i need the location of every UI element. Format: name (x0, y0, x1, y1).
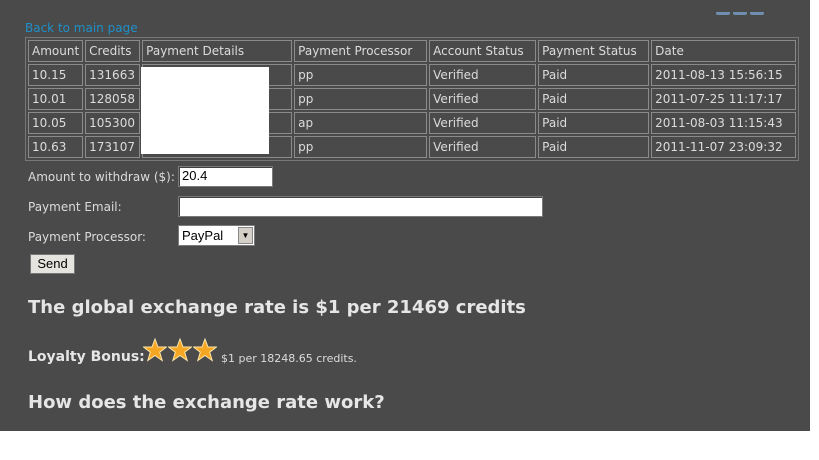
send-button[interactable]: Send (30, 254, 75, 274)
cell-payment-status: Paid (538, 64, 650, 86)
cell-processor: ap (294, 112, 428, 134)
column-header-credits: Credits (85, 40, 141, 62)
share-icon[interactable] (750, 12, 764, 15)
table-header-row: Amount Credits Payment Details Payment P… (28, 40, 797, 62)
redacted-payment-details (141, 67, 269, 154)
main-panel: Back to main page Amount Credits Payment… (0, 0, 810, 431)
cell-account-status: Verified (429, 64, 537, 86)
star-icon (168, 338, 192, 362)
processor-label: Payment Processor: (28, 230, 146, 244)
cell-processor: pp (294, 136, 428, 158)
cell-amount: 10.01 (28, 88, 84, 110)
cell-date: 2011-08-03 11:15:43 (651, 112, 797, 134)
how-rate-works-heading[interactable]: How does the exchange rate work? (28, 392, 385, 413)
cell-credits: 105300 (85, 112, 141, 134)
share-icon[interactable] (716, 12, 730, 15)
cell-payment-status: Paid (538, 88, 650, 110)
star-icon (143, 338, 167, 362)
column-header-account-status: Account Status (429, 40, 537, 62)
amount-label: Amount to withdraw ($): (28, 170, 175, 184)
cell-credits: 128058 (85, 88, 141, 110)
cell-processor: pp (294, 88, 428, 110)
cell-amount: 10.05 (28, 112, 84, 134)
top-share-icons (716, 0, 796, 15)
processor-select[interactable]: PayPal ▼ (178, 225, 255, 246)
cell-account-status: Verified (429, 136, 537, 158)
column-header-payment-status: Payment Status (538, 40, 650, 62)
cell-date: 2011-07-25 11:17:17 (651, 88, 797, 110)
cell-amount: 10.63 (28, 136, 84, 158)
loyalty-bonus-text: $1 per 18248.65 credits. (221, 352, 357, 365)
exchange-rate-heading: The global exchange rate is $1 per 21469… (28, 297, 526, 318)
cell-payment-status: Paid (538, 112, 650, 134)
back-to-main-link[interactable]: Back to main page (25, 21, 138, 35)
email-input[interactable] (178, 196, 543, 217)
cell-credits: 173107 (85, 136, 141, 158)
cell-date: 2011-08-13 15:56:15 (651, 64, 797, 86)
column-header-date: Date (651, 40, 797, 62)
loyalty-star-rating (143, 338, 218, 366)
cell-payment-status: Paid (538, 136, 650, 158)
column-header-payment-processor: Payment Processor (294, 40, 428, 62)
share-icon[interactable] (733, 12, 747, 15)
dropdown-arrow-icon[interactable]: ▼ (238, 227, 253, 244)
column-header-amount: Amount (28, 40, 84, 62)
cell-account-status: Verified (429, 112, 537, 134)
cell-credits: 131663 (85, 64, 141, 86)
loyalty-bonus-label: Loyalty Bonus: (28, 349, 145, 365)
cell-date: 2011-11-07 23:09:32 (651, 136, 797, 158)
email-label: Payment Email: (28, 200, 122, 214)
cell-amount: 10.15 (28, 64, 84, 86)
amount-input[interactable]: 20.4 (178, 166, 273, 187)
processor-selected-value: PayPal (182, 228, 224, 243)
cell-account-status: Verified (429, 88, 537, 110)
column-header-payment-details: Payment Details (142, 40, 293, 62)
star-icon (193, 338, 217, 362)
cell-processor: pp (294, 64, 428, 86)
